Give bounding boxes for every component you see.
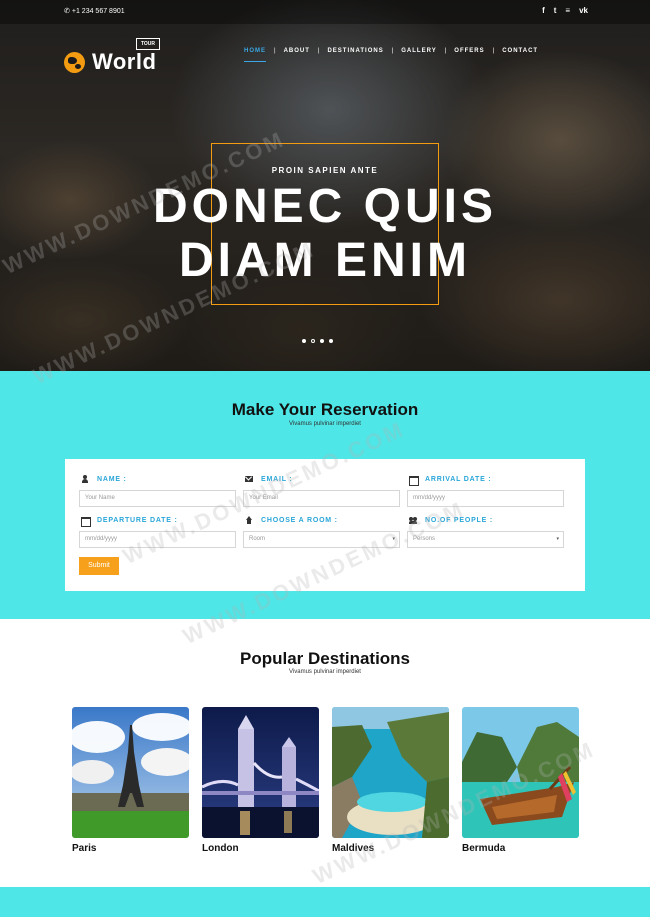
destinations-section: Popular Destinations Vivamus pulvinar im…	[0, 619, 650, 887]
globe-icon	[64, 52, 85, 73]
arrival-field-group: ARRIVAL DATE : mm/dd/yyyy	[407, 474, 564, 507]
calendar-icon	[81, 516, 91, 527]
arrival-date-input[interactable]: mm/dd/yyyy	[407, 490, 564, 507]
london-image[interactable]	[202, 707, 319, 838]
reservation-subtitle: Vivamus pulvinar imperdiet	[289, 421, 361, 427]
slider-dot[interactable]	[302, 339, 306, 343]
envelope-icon	[245, 475, 253, 483]
twitter-icon[interactable]: t	[554, 6, 557, 16]
main-nav: HOME | ABOUT | DESTINATIONS | GALLERY | …	[244, 48, 538, 62]
nav-item-home[interactable]: HOME	[244, 48, 266, 62]
destination-name[interactable]: Bermuda	[462, 843, 579, 854]
destination-name[interactable]: Paris	[72, 843, 189, 854]
slider-dots	[302, 339, 333, 343]
logo-text: World	[92, 49, 157, 74]
tower-bridge-illustration	[202, 707, 319, 838]
bermuda-image[interactable]	[462, 707, 579, 838]
reservation-title: Make Your Reservation	[231, 400, 419, 419]
hero-title: DONEC QUIS DIAM ENIM	[0, 180, 650, 288]
caret-down-icon: ▾	[392, 536, 395, 542]
departure-date-input[interactable]: mm/dd/yyyy	[79, 531, 236, 548]
room-label: CHOOSE A ROOM :	[243, 515, 400, 525]
phone-number: +1 234 567 8901	[71, 7, 125, 15]
hero-title-line2: DIAM ENIM	[179, 234, 471, 287]
hero-title-line1: DONEC QUIS	[152, 180, 498, 233]
social-links: f t ≡ vk	[542, 6, 588, 16]
destinations-subtitle: Vivamus pulvinar imperdiet	[289, 669, 361, 675]
slider-dot[interactable]	[320, 339, 324, 343]
nav-separator: |	[492, 48, 495, 54]
submit-button[interactable]: Submit	[79, 557, 119, 575]
home-icon	[245, 516, 253, 524]
room-select[interactable]: Room ▾	[243, 531, 400, 548]
user-icon	[81, 475, 89, 483]
calendar-icon	[409, 475, 419, 486]
nav-item-destinations[interactable]: DESTINATIONS	[327, 48, 383, 60]
email-field-group: EMAIL : Your Email	[243, 474, 400, 507]
maldives-image[interactable]	[332, 707, 449, 838]
nav-separator: |	[317, 48, 320, 54]
beach-cove-illustration	[332, 707, 449, 838]
email-input[interactable]: Your Email	[243, 490, 400, 507]
logo-tag: TOUR	[136, 38, 160, 50]
hero-subtitle: PROIN SAPIEN ANTE	[271, 166, 379, 175]
slider-dot[interactable]	[329, 339, 333, 343]
rss-icon[interactable]: ≡	[565, 6, 570, 16]
nav-separator: |	[391, 48, 394, 54]
room-field-group: CHOOSE A ROOM : Room ▾	[243, 515, 400, 548]
phone-contact: ✆ +1 234 567 8901	[64, 7, 125, 16]
people-select[interactable]: Persons ▾	[407, 531, 564, 548]
nav-item-offers[interactable]: OFFERS	[454, 48, 484, 60]
reservation-section: Make Your Reservation Vivamus pulvinar i…	[0, 371, 650, 619]
name-input[interactable]: Your Name	[79, 490, 236, 507]
destination-card-paris[interactable]: Paris	[72, 707, 189, 854]
people-field-group: NO.OF PEOPLE : Persons ▾	[407, 515, 564, 548]
arrival-label: ARRIVAL DATE :	[407, 474, 564, 486]
people-icon	[409, 516, 417, 524]
nav-item-about[interactable]: ABOUT	[284, 48, 310, 60]
eiffel-tower-illustration	[72, 707, 189, 838]
facebook-icon[interactable]: f	[542, 6, 545, 16]
caret-down-icon: ▾	[556, 536, 559, 542]
nav-separator: |	[274, 48, 276, 54]
phone-icon: ✆	[64, 8, 70, 15]
footer-strip	[0, 887, 650, 917]
destinations-title: Popular Destinations	[239, 649, 411, 668]
vk-icon[interactable]: vk	[579, 6, 588, 16]
departure-field-group: DEPARTURE DATE : mm/dd/yyyy	[79, 515, 236, 548]
email-label: EMAIL :	[243, 474, 400, 484]
destination-name[interactable]: Maldives	[332, 843, 449, 854]
hero-section: ✆ +1 234 567 8901 f t ≡ vk World TOUR HO…	[0, 0, 650, 371]
reservation-form: NAME : Your Name EMAIL : Your Email ARRI…	[65, 459, 585, 591]
departure-label: DEPARTURE DATE :	[79, 515, 236, 527]
destination-card-maldives[interactable]: Maldives	[332, 707, 449, 854]
name-field-group: NAME : Your Name	[79, 474, 236, 507]
longtail-boat-illustration	[462, 707, 579, 838]
people-label: NO.OF PEOPLE :	[407, 515, 564, 525]
nav-separator: |	[444, 48, 447, 54]
nav-item-gallery[interactable]: GALLERY	[401, 48, 436, 60]
destination-name[interactable]: London	[202, 843, 319, 854]
name-label: NAME :	[79, 474, 236, 484]
nav-item-contact[interactable]: CONTACT	[502, 48, 538, 60]
destination-card-bermuda[interactable]: Bermuda	[462, 707, 579, 854]
slider-dot-active[interactable]	[311, 339, 315, 343]
destination-card-london[interactable]: London	[202, 707, 319, 854]
paris-image[interactable]	[72, 707, 189, 838]
